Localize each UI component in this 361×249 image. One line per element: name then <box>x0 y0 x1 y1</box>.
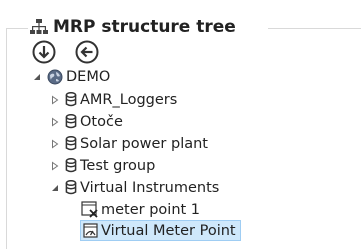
tree-node-amr-loggers[interactable]: AMR_Loggers <box>50 89 177 110</box>
tree-leaf-virtual-meter-point[interactable]: Virtual Meter Point <box>80 220 241 241</box>
tree-node-otoce[interactable]: Otoče <box>50 111 123 132</box>
collapse-toggle-icon[interactable] <box>32 72 42 82</box>
expand-toggle-icon[interactable] <box>50 139 60 149</box>
arrow-left-circle-icon <box>75 40 99 64</box>
globe-icon <box>47 69 63 85</box>
tree-toolbar <box>32 40 99 64</box>
expand-toggle-icon[interactable] <box>50 161 60 171</box>
group-icon <box>65 180 77 195</box>
panel-legend: MRP structure tree <box>30 14 236 40</box>
mrp-structure-panel: MRP structure tree DEMO AMR_Loggers Otoč… <box>0 0 361 249</box>
tree-node-label: Otoče <box>80 113 123 130</box>
group-icon <box>65 158 77 173</box>
tree-node-label: DEMO <box>66 68 111 85</box>
tree-node-test-group[interactable]: Test group <box>50 155 155 176</box>
tree-node-virtual-instruments[interactable]: Virtual Instruments <box>50 177 219 198</box>
virtual-meter-icon <box>83 223 98 238</box>
group-icon <box>65 136 77 151</box>
tree-node-label: Virtual Instruments <box>80 179 220 196</box>
expand-toggle-icon[interactable] <box>50 117 60 127</box>
tree-leaf-meter-point-1[interactable]: meter point 1 <box>81 199 200 220</box>
tree-node-label: AMR_Loggers <box>80 91 178 108</box>
tree-node-label: Virtual Meter Point <box>101 222 236 239</box>
tree-node-solar-power-plant[interactable]: Solar power plant <box>50 133 208 154</box>
back-button[interactable] <box>75 40 99 64</box>
tree-node-label: meter point 1 <box>101 201 201 218</box>
tree-node-demo[interactable]: DEMO <box>32 66 110 87</box>
tree-node-label: Test group <box>80 157 156 174</box>
tree-node-label: Solar power plant <box>80 135 208 152</box>
arrow-down-circle-icon <box>32 40 56 64</box>
expand-all-button[interactable] <box>32 40 56 64</box>
hierarchy-tree-icon <box>30 19 48 35</box>
expand-toggle-icon[interactable] <box>50 95 60 105</box>
collapse-toggle-icon[interactable] <box>50 183 60 193</box>
group-icon <box>65 92 77 107</box>
panel-border-top <box>268 28 361 29</box>
meter-point-icon <box>81 201 98 218</box>
panel-title: MRP structure tree <box>53 17 236 37</box>
selected-node-highlight: Virtual Meter Point <box>80 220 241 241</box>
panel-border-top <box>6 28 28 29</box>
panel-border <box>6 28 7 249</box>
group-icon <box>65 114 77 129</box>
